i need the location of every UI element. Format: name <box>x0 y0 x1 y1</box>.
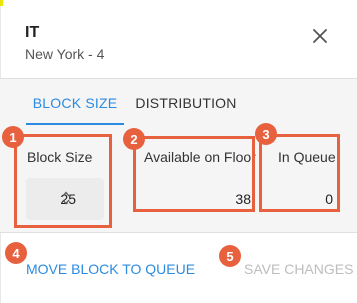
callout-badge-1: 1 <box>2 126 24 148</box>
save-changes-button[interactable]: SAVE CHANGES <box>244 258 353 280</box>
callout-box-in-queue <box>259 134 340 212</box>
panel-header: IT New York - 4 <box>0 0 357 78</box>
tab-distribution[interactable]: DISTRIBUTION <box>134 81 238 125</box>
callout-badge-3: 3 <box>255 123 277 145</box>
panel-title: IT <box>25 24 40 41</box>
callout-box-available-on-floor <box>133 136 255 212</box>
footer-divider <box>0 232 357 233</box>
panel-subtitle: New York - 4 <box>25 46 105 62</box>
close-button[interactable] <box>306 22 334 50</box>
callout-box-block-size <box>14 134 112 228</box>
callout-badge-5: 5 <box>219 245 241 267</box>
move-block-to-queue-button[interactable]: MOVE BLOCK TO QUEUE <box>26 258 195 280</box>
tab-block-size[interactable]: BLOCK SIZE <box>26 81 124 125</box>
active-tab-indicator <box>26 123 124 125</box>
callout-badge-4: 4 <box>5 242 27 264</box>
callout-badge-2: 2 <box>123 128 145 150</box>
close-icon <box>313 29 327 43</box>
